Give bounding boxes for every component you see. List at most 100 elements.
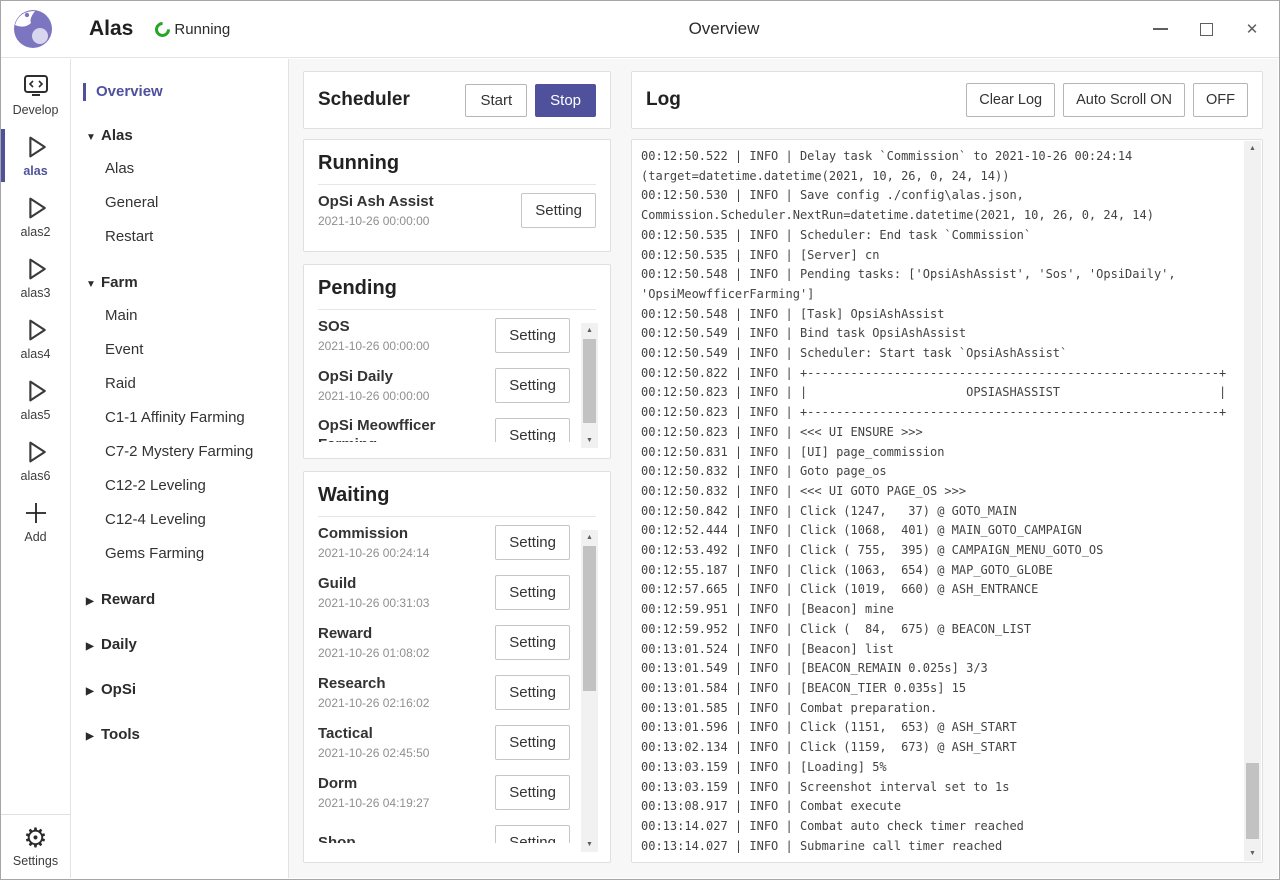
config-nav: Overview ▼AlasAlasGeneralRestart ▼FarmMain… bbox=[71, 59, 289, 878]
page-title: Overview bbox=[289, 19, 1159, 39]
log-scrollbar[interactable]: ▲ ▼ bbox=[1244, 141, 1261, 861]
nav-item-reward[interactable]: ▶Reward bbox=[71, 583, 288, 616]
nav-item-c12-2-leveling[interactable]: C12-2 Leveling bbox=[71, 469, 288, 503]
log-line: 00:12:53.492 | INFO | Click ( 755, 395) … bbox=[641, 541, 1236, 561]
scroll-down-icon[interactable]: ▼ bbox=[581, 433, 598, 448]
log-line: Commission.Scheduler.NextRun=datetime.da… bbox=[641, 206, 1236, 226]
log-title: Log bbox=[646, 89, 966, 111]
log-line: 00:13:01.549 | INFO | [BEACON_REMAIN 0.0… bbox=[641, 659, 1236, 679]
task-name: OpSi Daily bbox=[318, 367, 488, 386]
task-name: Research bbox=[318, 674, 488, 693]
nav-item-farm[interactable]: ▼Farm bbox=[71, 266, 288, 299]
log-line: 00:13:03.159 | INFO | Screenshot interva… bbox=[641, 778, 1236, 798]
task-setting-button[interactable]: Setting bbox=[495, 575, 570, 610]
task-row: SOS 2021-10-26 00:00:00 Setting bbox=[318, 310, 570, 360]
nav-item-c1-1-affinity-farming[interactable]: C1-1 Affinity Farming bbox=[71, 401, 288, 435]
waiting-scrollbar[interactable]: ▲ ▼ bbox=[581, 530, 598, 852]
nav-item-opsi[interactable]: ▶OpSi bbox=[71, 673, 288, 706]
sidebar-instance-alas3[interactable]: alas3 bbox=[1, 248, 70, 307]
log-line: 00:13:01.596 | INFO | Click (1151, 653) … bbox=[641, 718, 1236, 738]
log-output[interactable]: 00:12:50.522 | INFO | Delay task `Commis… bbox=[631, 139, 1263, 863]
nav-item-gems-farming[interactable]: Gems Farming bbox=[71, 537, 288, 571]
task-setting-button[interactable]: Setting bbox=[495, 318, 570, 353]
scroll-down-icon[interactable]: ▼ bbox=[1244, 846, 1261, 861]
log-column: Log Clear Log Auto Scroll ON OFF 00:12:5… bbox=[631, 71, 1263, 863]
rail-item-label: Develop bbox=[13, 103, 59, 117]
task-setting-button[interactable]: Setting bbox=[495, 368, 570, 403]
clear-log-button[interactable]: Clear Log bbox=[966, 83, 1055, 117]
nav-item-general[interactable]: General bbox=[71, 186, 288, 220]
chevron-icon: ▼ bbox=[86, 268, 101, 301]
log-line: 00:12:50.548 | INFO | [Task] OpsiAshAssi… bbox=[641, 305, 1236, 325]
nav-item-restart[interactable]: Restart bbox=[71, 220, 288, 254]
task-setting-button[interactable]: Setting bbox=[521, 193, 596, 228]
sidebar-item-settings[interactable]: ⚙ Settings bbox=[1, 814, 70, 878]
rail-item-label: alas bbox=[23, 164, 47, 178]
task-name: OpSi Meowfficer Farming bbox=[318, 416, 488, 442]
autoscroll-off-button[interactable]: OFF bbox=[1193, 83, 1248, 117]
task-name: Tactical bbox=[318, 724, 488, 743]
play-icon bbox=[21, 193, 51, 223]
log-line: 00:12:50.832 | INFO | Goto page_os bbox=[641, 462, 1236, 482]
log-line: 00:12:50.823 | INFO | | OPSIASHASSIST | bbox=[641, 383, 1236, 403]
nav-item-alas[interactable]: ▼Alas bbox=[71, 119, 288, 152]
log-line: 00:13:02.134 | INFO | Click (1159, 673) … bbox=[641, 738, 1236, 758]
log-line: 'OpsiMeowfficerFarming'] bbox=[641, 285, 1236, 305]
stop-button[interactable]: Stop bbox=[535, 84, 596, 117]
nav-item-c7-2-mystery-farming[interactable]: C7-2 Mystery Farming bbox=[71, 435, 288, 469]
rail-item-label: Add bbox=[24, 530, 46, 544]
nav-item-raid[interactable]: Raid bbox=[71, 367, 288, 401]
sidebar-instance-alas[interactable]: alas bbox=[1, 126, 70, 185]
task-setting-button[interactable]: Setting bbox=[495, 825, 570, 844]
task-setting-button[interactable]: Setting bbox=[495, 775, 570, 810]
pending-scrollbar[interactable]: ▲ ▼ bbox=[581, 323, 598, 448]
nav-item-tools[interactable]: ▶Tools bbox=[71, 718, 288, 751]
main-area: Scheduler Start Stop Running OpSi Ash As… bbox=[289, 59, 1278, 878]
waiting-heading: Waiting bbox=[318, 484, 596, 517]
autoscroll-on-button[interactable]: Auto Scroll ON bbox=[1063, 83, 1185, 117]
task-next-run-time: 2021-10-26 00:00:00 bbox=[318, 389, 488, 403]
nav-item-main[interactable]: Main bbox=[71, 299, 288, 333]
scroll-down-icon[interactable]: ▼ bbox=[581, 837, 598, 852]
pending-card: Pending SOS 2021-10-26 00:00:00 Setting … bbox=[303, 264, 611, 459]
log-line: 00:12:50.823 | INFO | +-----------------… bbox=[641, 403, 1236, 423]
log-line: 00:13:14.027 | INFO | Combat auto check … bbox=[641, 817, 1236, 837]
sidebar-instance-develop[interactable]: Develop bbox=[1, 65, 70, 124]
scroll-up-icon[interactable]: ▲ bbox=[581, 323, 598, 338]
sidebar-instance-alas2[interactable]: alas2 bbox=[1, 187, 70, 246]
status-text: Running bbox=[174, 21, 230, 38]
task-setting-button[interactable]: Setting bbox=[495, 625, 570, 660]
task-setting-button[interactable]: Setting bbox=[495, 418, 570, 443]
log-line: 00:12:50.522 | INFO | Delay task `Commis… bbox=[641, 147, 1236, 167]
scrollbar-thumb[interactable] bbox=[1246, 763, 1259, 839]
scrollbar-thumb[interactable] bbox=[583, 339, 596, 423]
scroll-up-icon[interactable]: ▲ bbox=[1244, 141, 1261, 156]
scrollbar-thumb[interactable] bbox=[583, 546, 596, 691]
nav-item-daily[interactable]: ▶Daily bbox=[71, 628, 288, 661]
task-next-run-time: 2021-10-26 02:45:50 bbox=[318, 746, 488, 760]
play-icon bbox=[21, 132, 51, 162]
task-setting-button[interactable]: Setting bbox=[495, 725, 570, 760]
log-line: 00:12:50.535 | INFO | [Server] cn bbox=[641, 246, 1236, 266]
close-button[interactable]: ✕ bbox=[1229, 1, 1275, 57]
sidebar-instance-alas5[interactable]: alas5 bbox=[1, 370, 70, 429]
log-line: 00:12:59.951 | INFO | [Beacon] mine bbox=[641, 600, 1236, 620]
log-lines: 00:12:50.522 | INFO | Delay task `Commis… bbox=[641, 147, 1236, 860]
log-line: 00:12:57.665 | INFO | Click (1019, 660) … bbox=[641, 580, 1236, 600]
nav-item-overview[interactable]: Overview bbox=[71, 77, 288, 107]
nav-item-alas[interactable]: Alas bbox=[71, 152, 288, 186]
minimize-button[interactable] bbox=[1137, 1, 1183, 57]
sidebar-instance-add[interactable]: Add bbox=[1, 492, 70, 551]
task-setting-button[interactable]: Setting bbox=[495, 525, 570, 560]
nav-item-c12-4-leveling[interactable]: C12-4 Leveling bbox=[71, 503, 288, 537]
sidebar-instance-alas4[interactable]: alas4 bbox=[1, 309, 70, 368]
start-button[interactable]: Start bbox=[465, 84, 527, 117]
nav-item-event[interactable]: Event bbox=[71, 333, 288, 367]
scroll-up-icon[interactable]: ▲ bbox=[581, 530, 598, 545]
log-header-card: Log Clear Log Auto Scroll ON OFF bbox=[631, 71, 1263, 129]
log-line: 00:12:50.823 | INFO | <<< UI ENSURE >>> bbox=[641, 423, 1236, 443]
task-name: Dorm bbox=[318, 774, 488, 793]
sidebar-instance-alas6[interactable]: alas6 bbox=[1, 431, 70, 490]
task-setting-button[interactable]: Setting bbox=[495, 675, 570, 710]
maximize-button[interactable] bbox=[1183, 1, 1229, 57]
